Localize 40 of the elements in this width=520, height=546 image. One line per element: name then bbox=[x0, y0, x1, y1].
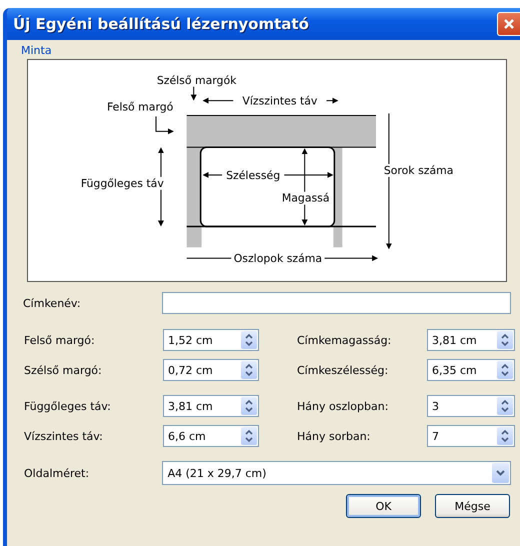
spin-arrows-icon[interactable] bbox=[497, 427, 513, 445]
spin-arrows-icon[interactable] bbox=[241, 361, 257, 379]
group-label: Minta bbox=[21, 44, 53, 59]
spin-field[interactable]: 7 bbox=[427, 425, 515, 447]
ok-button[interactable]: OK bbox=[346, 494, 421, 518]
dimension-arrow bbox=[190, 85, 197, 101]
cancel-button[interactable]: Mégse bbox=[435, 494, 510, 518]
field-label: Felső margó: bbox=[24, 334, 96, 346]
diagram-label: Vízszintes táv bbox=[233, 94, 327, 108]
field-label: Címkeszélesség: bbox=[297, 364, 390, 376]
spin-arrows-icon[interactable] bbox=[497, 397, 513, 415]
spin-arrows-icon[interactable] bbox=[241, 397, 257, 415]
spin-arrows-icon[interactable] bbox=[241, 427, 257, 445]
diagram-label: Szélesség bbox=[222, 168, 284, 182]
spin-field[interactable]: 3,81 cm bbox=[427, 329, 515, 351]
spin-field[interactable]: 6,35 cm bbox=[427, 359, 515, 381]
spin-field[interactable]: 3 bbox=[427, 395, 515, 417]
field-label: Függőleges táv: bbox=[24, 400, 112, 412]
diagram-label: Felső margó bbox=[102, 100, 178, 114]
field-label: Vízszintes táv: bbox=[24, 430, 104, 442]
spin-field[interactable]: 6,6 cm bbox=[163, 425, 259, 447]
page-size-dropdown[interactable]: A4 (21 x 29,7 cm) bbox=[162, 461, 511, 485]
name-field[interactable] bbox=[162, 292, 511, 314]
field-label: Szélső margó: bbox=[24, 364, 103, 376]
close-button[interactable] bbox=[497, 12, 520, 36]
spin-field[interactable]: 1,52 cm bbox=[163, 329, 259, 351]
field-label: Címkemagasság: bbox=[297, 334, 392, 346]
spin-field[interactable]: 3,81 cm bbox=[163, 395, 259, 417]
spin-arrows-icon[interactable] bbox=[497, 331, 513, 349]
spin-arrows-icon[interactable] bbox=[497, 361, 513, 379]
field-label: Hány sorban: bbox=[297, 430, 372, 442]
diagram-label: Oszlopok száma bbox=[231, 252, 325, 266]
field-label: Címkenév: bbox=[23, 296, 82, 310]
close-icon bbox=[503, 18, 515, 30]
dimension-arrow bbox=[156, 116, 174, 134]
spin-field[interactable]: 0,72 cm bbox=[163, 359, 259, 381]
field-label: Hány oszlopban: bbox=[297, 400, 390, 412]
field-label: Oldalméret: bbox=[24, 466, 90, 480]
spin-arrows-icon[interactable] bbox=[241, 331, 257, 349]
window-title: Új Egyéni beállítású lézernyomtató bbox=[13, 15, 309, 33]
